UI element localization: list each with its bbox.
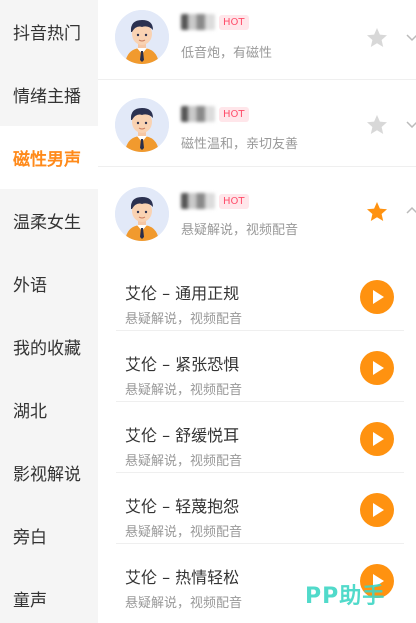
list-item[interactable]: 艾伦 – 紧张恐惧 悬疑解说，视频配音 xyxy=(116,331,404,402)
voice-description: 低音炮，有磁性 xyxy=(181,46,273,61)
voice-row[interactable]: HOT 低音炮，有磁性 xyxy=(98,0,416,80)
sidebar-item-emotion-anchor[interactable]: 情绪主播 xyxy=(0,63,98,126)
play-icon[interactable] xyxy=(360,351,394,385)
voice-name-redacted xyxy=(181,193,215,209)
voice-row-expanded[interactable]: HOT 悬疑解说，视频配音 xyxy=(98,167,416,260)
sidebar-item-gentle-female[interactable]: 温柔女生 xyxy=(0,189,98,252)
sidebar-item-douyin-hot[interactable]: 抖音热门 xyxy=(0,0,98,63)
voice-name-redacted xyxy=(181,106,215,122)
sub-voice-description: 悬疑解说，视频配音 xyxy=(125,454,243,469)
play-icon[interactable] xyxy=(360,280,394,314)
sidebar-item-child-voice[interactable]: 童声 xyxy=(0,567,98,623)
star-icon[interactable] xyxy=(365,26,389,50)
chevron-down-icon[interactable] xyxy=(406,32,416,44)
sub-voice-title: 艾伦 – 热情轻松 xyxy=(125,568,240,587)
sub-voice-title: 艾伦 – 紧张恐惧 xyxy=(125,355,240,374)
sidebar-item-foreign-language[interactable]: 外语 xyxy=(0,252,98,315)
avatar xyxy=(115,187,169,241)
sidebar-item-film-commentary[interactable]: 影视解说 xyxy=(0,441,98,504)
avatar xyxy=(115,10,169,64)
sidebar-item-narration[interactable]: 旁白 xyxy=(0,504,98,567)
voice-row[interactable]: HOT 磁性温和，亲切友善 xyxy=(98,80,416,167)
sub-voice-title: 艾伦 – 舒缓悦耳 xyxy=(125,426,240,445)
voice-description: 磁性温和，亲切友善 xyxy=(181,137,299,152)
star-icon[interactable] xyxy=(365,113,389,137)
sub-voice-description: 悬疑解说，视频配音 xyxy=(125,596,243,611)
category-sidebar: 抖音热门 情绪主播 磁性男声 温柔女生 外语 我的收藏 湖北 影视解说 旁白 童… xyxy=(0,0,98,623)
sub-voice-list: 艾伦 – 通用正规 悬疑解说，视频配音 艾伦 – 紧张恐惧 悬疑解说，视频配音 … xyxy=(98,260,416,615)
chevron-up-icon[interactable] xyxy=(406,204,416,216)
play-icon[interactable] xyxy=(360,422,394,456)
sub-voice-description: 悬疑解说，视频配音 xyxy=(125,383,243,398)
avatar xyxy=(115,98,169,152)
sidebar-item-magnetic-male[interactable]: 磁性男声 xyxy=(0,126,98,189)
hot-badge: HOT xyxy=(219,194,249,209)
play-icon[interactable] xyxy=(360,493,394,527)
chevron-down-icon[interactable] xyxy=(406,119,416,131)
hot-badge: HOT xyxy=(219,15,249,30)
voice-description: 悬疑解说，视频配音 xyxy=(181,223,299,238)
sub-voice-title: 艾伦 – 轻蔑抱怨 xyxy=(125,497,240,516)
list-item[interactable]: 艾伦 – 舒缓悦耳 悬疑解说，视频配音 xyxy=(116,402,404,473)
voice-list-panel: HOT 低音炮，有磁性 HOT 磁性温和，亲切友善 HOT 悬疑解说，视频配音 … xyxy=(98,0,416,623)
pp-assistant-watermark: PP助手 xyxy=(305,584,386,609)
list-item[interactable]: 艾伦 – 轻蔑抱怨 悬疑解说，视频配音 xyxy=(116,473,404,544)
hot-badge: HOT xyxy=(219,107,249,122)
sidebar-item-hubei[interactable]: 湖北 xyxy=(0,378,98,441)
list-item[interactable]: 艾伦 – 通用正规 悬疑解说，视频配音 xyxy=(116,260,404,331)
sub-voice-title: 艾伦 – 通用正规 xyxy=(125,284,240,303)
star-icon[interactable] xyxy=(365,200,389,224)
sub-voice-description: 悬疑解说，视频配音 xyxy=(125,312,243,327)
voice-name-redacted xyxy=(181,14,215,30)
sidebar-item-my-favorites[interactable]: 我的收藏 xyxy=(0,315,98,378)
sub-voice-description: 悬疑解说，视频配音 xyxy=(125,525,243,540)
